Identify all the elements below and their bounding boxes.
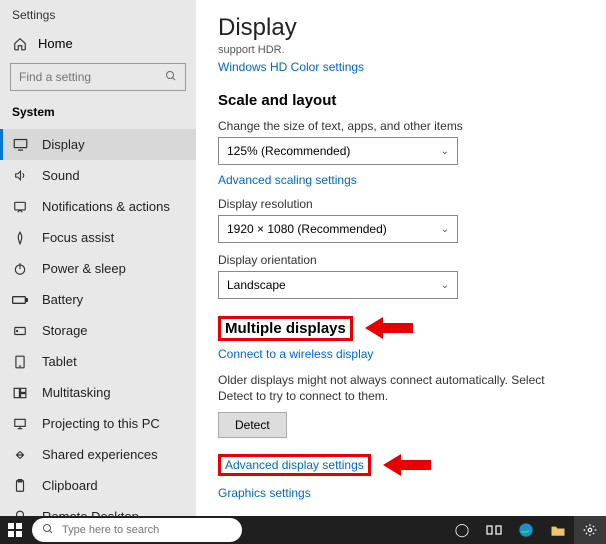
taskbar-search-input[interactable] <box>62 524 222 536</box>
home-label: Home <box>38 36 73 51</box>
sidebar-item-label: Clipboard <box>42 478 98 493</box>
chevron-down-icon: ⌄ <box>441 280 449 291</box>
cortana-icon[interactable]: ◯ <box>446 516 478 544</box>
orientation-label: Display orientation <box>218 253 590 267</box>
sidebar-item-label: Sound <box>42 168 80 183</box>
highlight-box: Advanced display settings <box>218 454 371 476</box>
sidebar-item-focus-assist[interactable]: Focus assist <box>0 222 196 253</box>
sidebar-item-clipboard[interactable]: Clipboard <box>0 470 196 501</box>
sidebar-item-label: Multitasking <box>42 385 111 400</box>
resolution-label: Display resolution <box>218 197 590 211</box>
sidebar-item-multitasking[interactable]: Multitasking <box>0 377 196 408</box>
chevron-down-icon: ⌄ <box>441 224 449 235</box>
display-icon <box>12 138 28 151</box>
sidebar-item-projecting[interactable]: Projecting to this PC <box>0 408 196 439</box>
search-icon <box>42 523 54 538</box>
scale-dropdown[interactable]: 125% (Recommended) ⌄ <box>218 137 458 165</box>
app-title: Settings <box>0 0 196 28</box>
file-explorer-icon[interactable] <box>542 516 574 544</box>
advanced-display-link[interactable]: Advanced display settings <box>225 458 364 472</box>
sidebar-item-power-sleep[interactable]: Power & sleep <box>0 253 196 284</box>
sidebar-item-remote-desktop[interactable]: Remote Desktop <box>0 501 196 516</box>
advanced-scaling-link[interactable]: Advanced scaling settings <box>218 173 357 187</box>
tablet-icon <box>12 355 28 369</box>
sidebar-item-shared-experiences[interactable]: Shared experiences <box>0 439 196 470</box>
sidebar-item-label: Tablet <box>42 354 77 369</box>
taskbar: ◯ <box>0 516 606 544</box>
page-title: Display <box>218 14 590 42</box>
hdr-subtitle: support HDR. <box>218 44 590 56</box>
sidebar-item-notifications[interactable]: Notifications & actions <box>0 191 196 222</box>
hd-color-link[interactable]: Windows HD Color settings <box>218 60 364 74</box>
sidebar-item-label: Notifications & actions <box>42 199 170 214</box>
wireless-display-link[interactable]: Connect to a wireless display <box>218 347 373 361</box>
older-displays-text: Older displays might not always connect … <box>218 373 578 404</box>
sidebar-item-display[interactable]: Display <box>0 129 196 160</box>
multitasking-icon <box>12 386 28 400</box>
find-setting-search[interactable] <box>10 63 186 91</box>
sidebar-item-tablet[interactable]: Tablet <box>0 346 196 377</box>
chevron-down-icon: ⌄ <box>441 146 449 157</box>
scale-layout-heading: Scale and layout <box>218 92 590 109</box>
start-button[interactable] <box>0 516 30 544</box>
sound-icon <box>12 169 28 182</box>
sidebar-item-battery[interactable]: Battery <box>0 284 196 315</box>
home-nav[interactable]: Home <box>0 28 196 59</box>
taskbar-search[interactable] <box>32 518 242 542</box>
sidebar-item-label: Focus assist <box>42 230 114 245</box>
main-content: Display support HDR. Windows HD Color se… <box>200 0 606 516</box>
sidebar-item-label: Display <box>42 137 85 152</box>
clipboard-icon <box>12 479 28 493</box>
graphics-settings-link[interactable]: Graphics settings <box>218 486 311 500</box>
highlight-box: Multiple displays <box>218 316 353 341</box>
orientation-dropdown[interactable]: Landscape ⌄ <box>218 271 458 299</box>
sidebar-item-label: Battery <box>42 292 83 307</box>
find-setting-input[interactable] <box>19 70 159 84</box>
section-label: System <box>0 101 196 129</box>
resolution-value: 1920 × 1080 (Recommended) <box>227 222 387 236</box>
orientation-value: Landscape <box>227 278 286 292</box>
focus-icon <box>12 231 28 245</box>
battery-icon <box>12 295 28 305</box>
resolution-dropdown[interactable]: 1920 × 1080 (Recommended) ⌄ <box>218 215 458 243</box>
shared-icon <box>12 448 28 462</box>
task-view-icon[interactable] <box>478 516 510 544</box>
multiple-displays-heading: Multiple displays <box>225 320 346 337</box>
sidebar-item-label: Projecting to this PC <box>42 416 160 431</box>
scale-value: 125% (Recommended) <box>227 144 350 158</box>
settings-icon[interactable] <box>574 516 606 544</box>
sidebar-item-label: Power & sleep <box>42 261 126 276</box>
sidebar-item-storage[interactable]: Storage <box>0 315 196 346</box>
scale-label: Change the size of text, apps, and other… <box>218 119 590 133</box>
projecting-icon <box>12 417 28 431</box>
home-icon <box>12 37 28 51</box>
storage-icon <box>12 324 28 338</box>
arrow-annotation <box>365 315 413 341</box>
sidebar-item-sound[interactable]: Sound <box>0 160 196 191</box>
search-icon <box>165 70 177 85</box>
sidebar-item-label: Storage <box>42 323 88 338</box>
edge-icon[interactable] <box>510 516 542 544</box>
power-icon <box>12 262 28 276</box>
sidebar-item-label: Remote Desktop <box>42 509 139 516</box>
notifications-icon <box>12 200 28 214</box>
detect-button[interactable]: Detect <box>218 412 287 438</box>
arrow-annotation <box>383 452 431 478</box>
sidebar-item-label: Shared experiences <box>42 447 158 462</box>
